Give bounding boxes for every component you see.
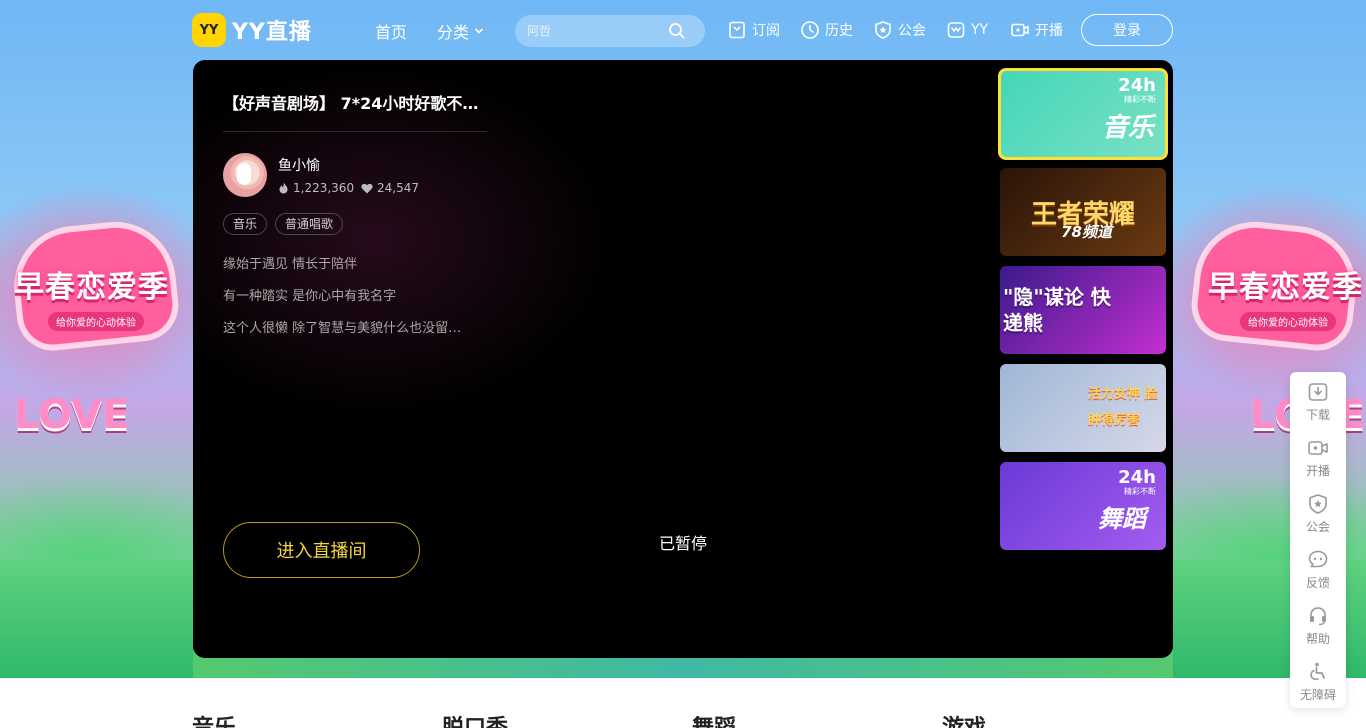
thumbnail-badge: 24h 精彩不断 [1118, 467, 1156, 497]
sidebar-item-feedback[interactable]: 反馈 [1290, 542, 1346, 598]
thumbnail-label: 音乐 [1101, 113, 1154, 143]
info-divider [223, 131, 487, 132]
views-stat: 1,223,360 [278, 181, 354, 195]
description-line: 缘始于遇见 情长于陪伴 [223, 257, 358, 272]
streamer-avatar[interactable] [223, 153, 267, 197]
clock-icon [801, 21, 819, 39]
download-icon [1308, 383, 1328, 401]
broadcast-label: 开播 [1035, 23, 1063, 39]
tag-singing[interactable]: 普通唱歌 [275, 213, 344, 235]
fire-icon [279, 182, 288, 194]
subscribe-link[interactable]: 订阅 [727, 18, 780, 42]
yy-label: YY [971, 22, 989, 38]
description-line: 有一种踏实 是你心中有我名字 [223, 289, 397, 304]
badge-subtext: 精彩不断 [1124, 487, 1156, 496]
logo-mark: YY [192, 13, 226, 47]
sidebar-label: 公会 [1305, 520, 1330, 534]
search-input[interactable] [527, 22, 667, 40]
nav-category[interactable]: 分类 [437, 19, 485, 43]
thumbnail-music[interactable]: 24h 精彩不断 音乐 [998, 68, 1168, 160]
site-logo[interactable]: YY YY直播 [192, 12, 312, 48]
logo-text: YY直播 [232, 20, 312, 45]
likes-stat: 24,547 [361, 181, 419, 195]
guild-label: 公会 [898, 23, 926, 39]
badge-text: 24h [1118, 75, 1156, 96]
yy-link[interactable]: YY [946, 18, 988, 42]
bookmark-icon [729, 21, 745, 39]
badge-text: 24h [1118, 467, 1156, 488]
badge-subtext: 精彩不断 [1124, 95, 1156, 104]
promo-title-left: 早春恋爱季 [14, 270, 169, 305]
heart-icon [361, 183, 373, 193]
promo-title-right: 早春恋爱季 [1208, 270, 1363, 305]
guild-link[interactable]: 公会 [873, 18, 926, 42]
sidebar-item-accessibility[interactable]: 无障碍 [1290, 654, 1346, 710]
video-camera-icon [1011, 23, 1029, 37]
sidebar-label: 无障碍 [1299, 688, 1336, 702]
broadcast-link[interactable]: 开播 [1010, 18, 1063, 42]
thumbnail-label: "隐"谋论 快递熊 [1003, 285, 1111, 335]
sidebar-label: 开播 [1305, 464, 1330, 478]
thumbnail-delivery-bear[interactable]: "隐"谋论 快递熊 [1000, 266, 1166, 354]
nav-home[interactable]: 首页 [375, 19, 407, 43]
chevron-down-icon [475, 28, 483, 34]
sidebar-label: 下载 [1305, 408, 1330, 422]
thumbnail-corner: 78频道 [1061, 223, 1112, 241]
side-toolbar: 下载 开播 公会 反馈 帮助 无障碍 [1290, 372, 1346, 708]
promo-subtitle-left: 给你爱的心动体验 [48, 312, 144, 331]
sidebar-item-help[interactable]: 帮助 [1290, 598, 1346, 654]
thumbnail-badge: 24h 精彩不断 [1118, 75, 1156, 105]
video-camera-icon [1308, 441, 1328, 455]
streamer-name[interactable]: 鱼小愉 [278, 155, 320, 175]
paused-status: 已暂停 [659, 534, 708, 553]
views-count: 1,223,360 [293, 181, 355, 195]
thumbnail-label: 活力女神 脸肿得厉害 [1088, 387, 1158, 428]
category-heading-game[interactable]: 游戏 [942, 710, 986, 728]
love-decoration-left: LOVE [14, 392, 130, 438]
tag-music[interactable]: 音乐 [223, 213, 268, 235]
sidebar-item-guild[interactable]: 公会 [1290, 486, 1346, 542]
category-heading-talkshow[interactable]: 脱口秀 [442, 710, 508, 728]
promo-subtitle-right: 给你爱的心动体验 [1240, 312, 1336, 331]
nav-category-label: 分类 [437, 23, 470, 42]
likes-count: 24,547 [377, 181, 419, 195]
wheelchair-icon [1310, 662, 1325, 681]
shield-icon [875, 21, 891, 39]
sidebar-item-broadcast[interactable]: 开播 [1290, 430, 1346, 486]
shield-icon [1309, 494, 1327, 514]
thumbnail-dance[interactable]: 24h 精彩不断 舞蹈 [1000, 462, 1166, 550]
thumbnail-honor-of-kings[interactable]: 王者荣耀 78频道 [1000, 168, 1166, 256]
search-icon[interactable] [668, 22, 686, 40]
history-link[interactable]: 历史 [800, 18, 853, 42]
subscribe-label: 订阅 [752, 23, 780, 39]
sidebar-item-download[interactable]: 下载 [1290, 374, 1346, 430]
thumbnail-vitality-goddess[interactable]: 活力女神 脸肿得厉害 [1000, 364, 1166, 452]
login-button[interactable]: 登录 [1081, 14, 1173, 46]
room-title: 【好声音剧场】 7*24小时好歌不间断 [223, 94, 488, 113]
category-heading-music[interactable]: 音乐 [192, 710, 236, 728]
top-header: YY YY直播 首页 分类 订阅 历史 公会 YY 开播 登录 [0, 0, 1366, 60]
sidebar-label: 帮助 [1305, 632, 1330, 646]
sidebar-label: 反馈 [1305, 576, 1330, 590]
yy-icon [947, 22, 965, 38]
thumbnail-label: 舞蹈 [1098, 505, 1146, 533]
category-heading-dance[interactable]: 舞蹈 [692, 710, 736, 728]
chat-bubble-icon [1308, 550, 1328, 568]
enter-room-button[interactable]: 进入直播间 [223, 522, 420, 578]
headset-icon [1310, 607, 1326, 626]
history-label: 历史 [825, 23, 853, 39]
description-line: 这个人很懒 除了智慧与美貌什么也没留下只留下了一堆 [223, 321, 473, 336]
